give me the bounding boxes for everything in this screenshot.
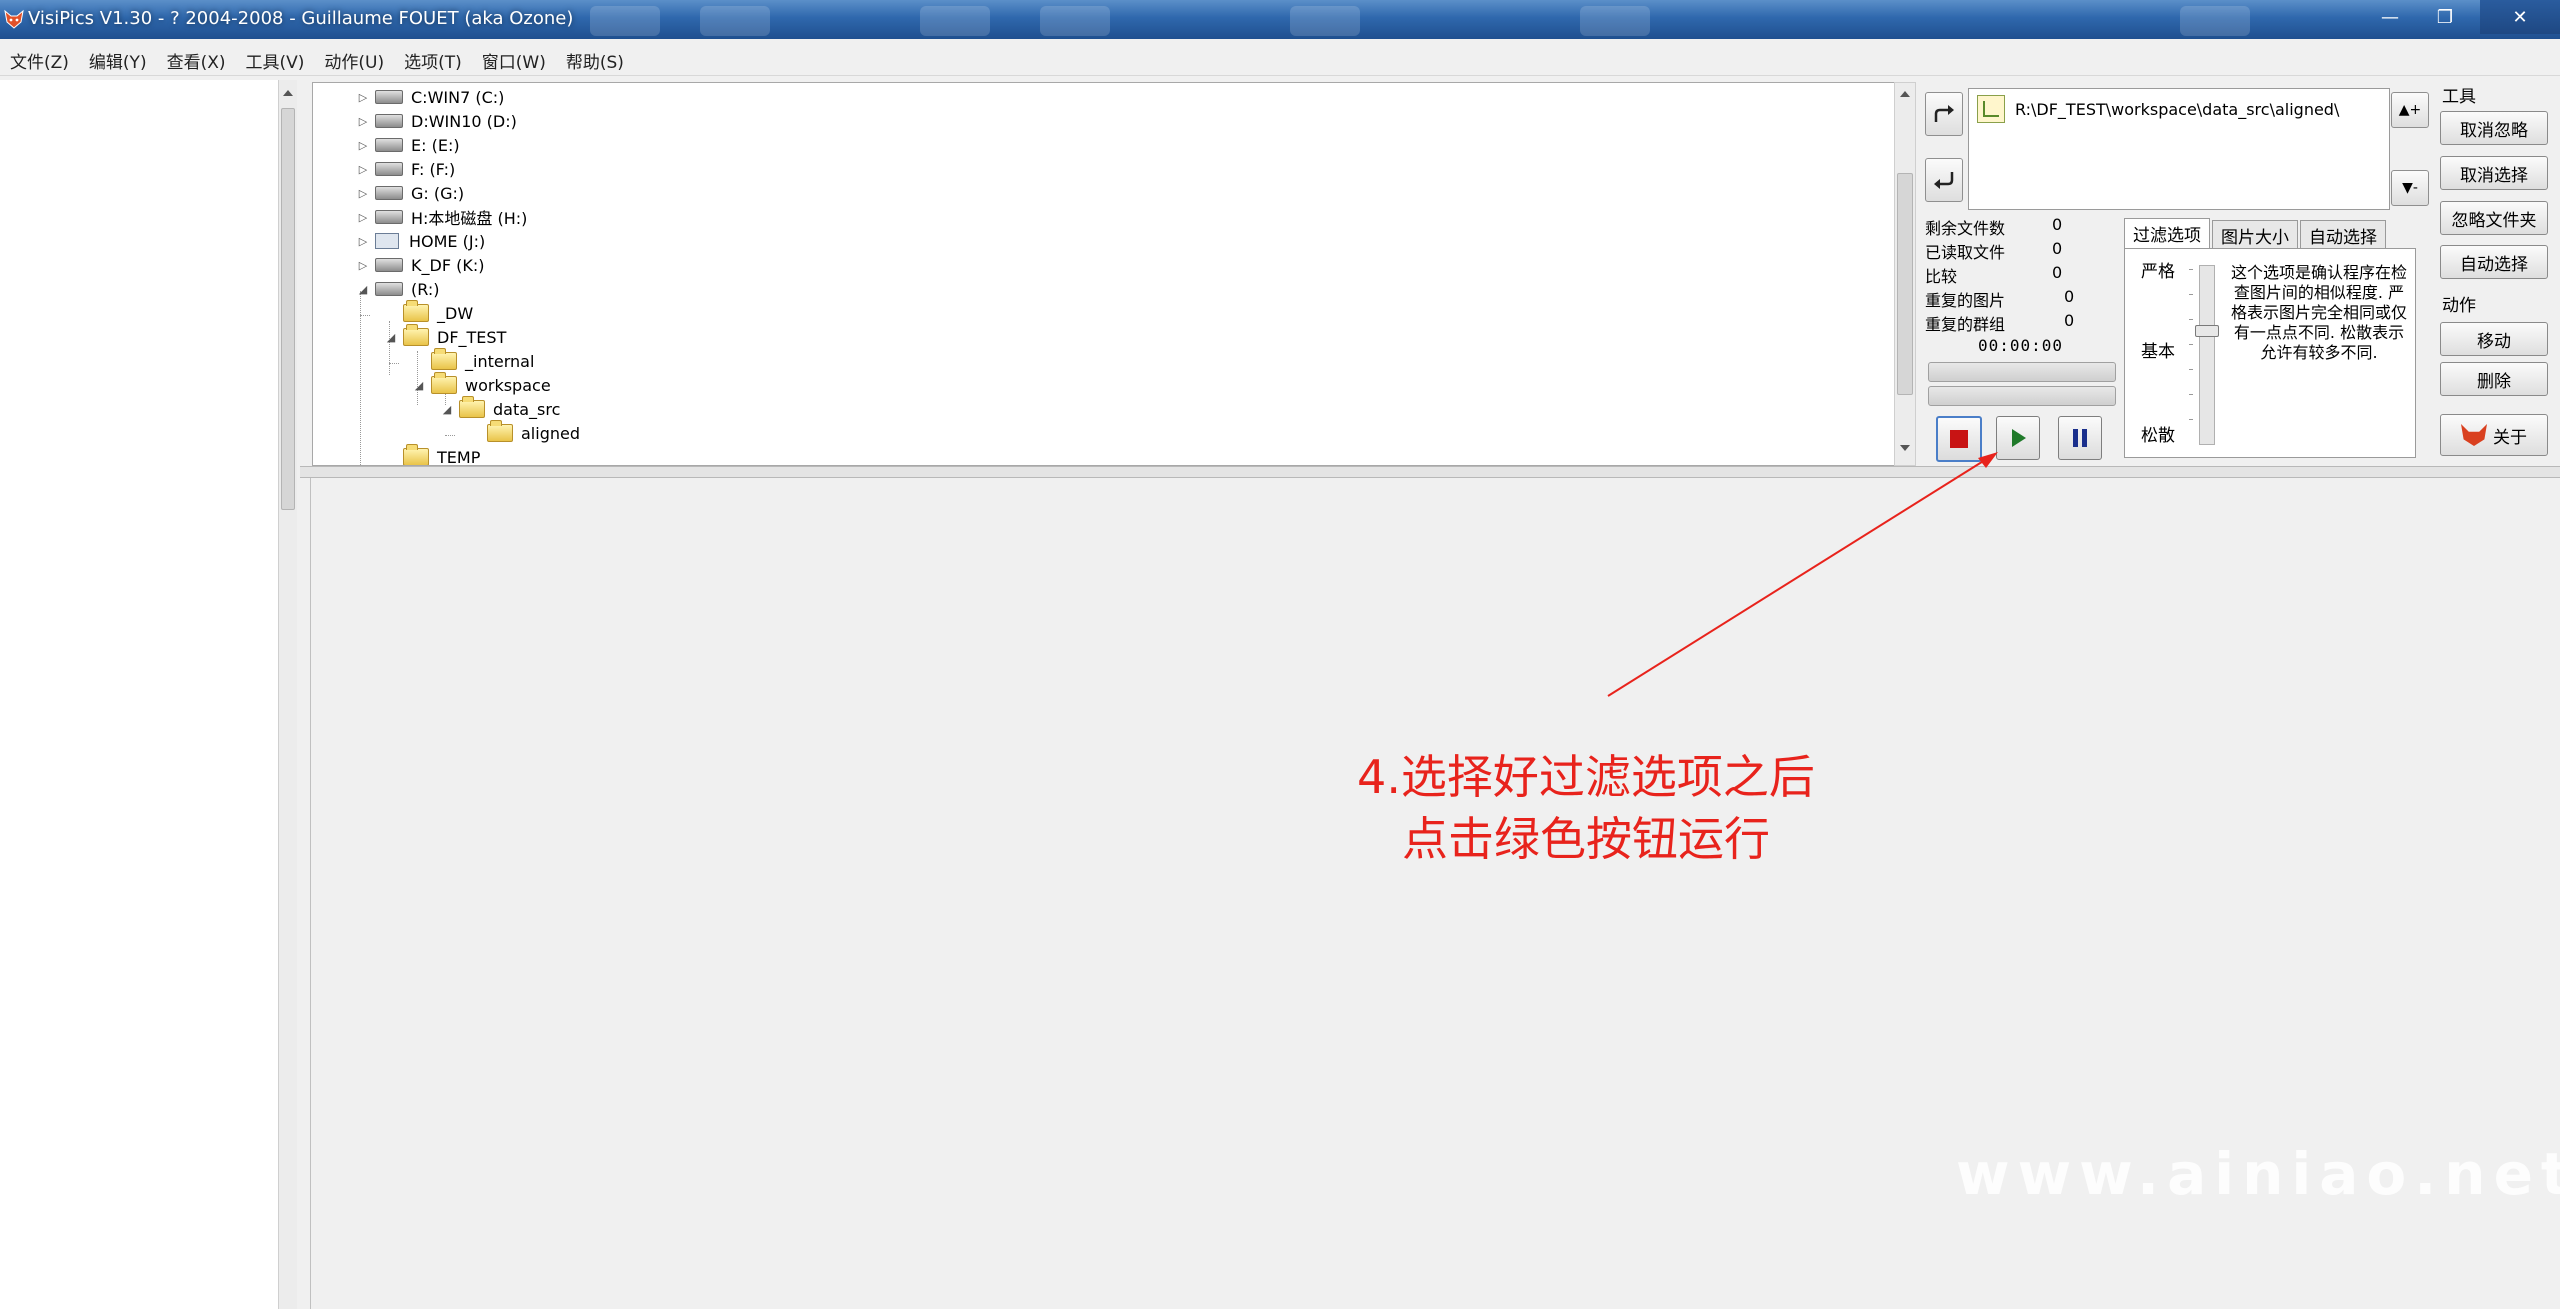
watermark-text: www.ainiao.net	[1956, 1140, 2560, 1208]
annotation-arrow	[1607, 452, 1998, 697]
annotation-line-1: 4.选择好过滤选项之后	[1357, 750, 1815, 804]
annotation-text: 4.选择好过滤选项之后 点击绿色按钮运行	[1286, 746, 1886, 870]
annotation-line-2: 点击绿色按钮运行	[1402, 812, 1770, 866]
